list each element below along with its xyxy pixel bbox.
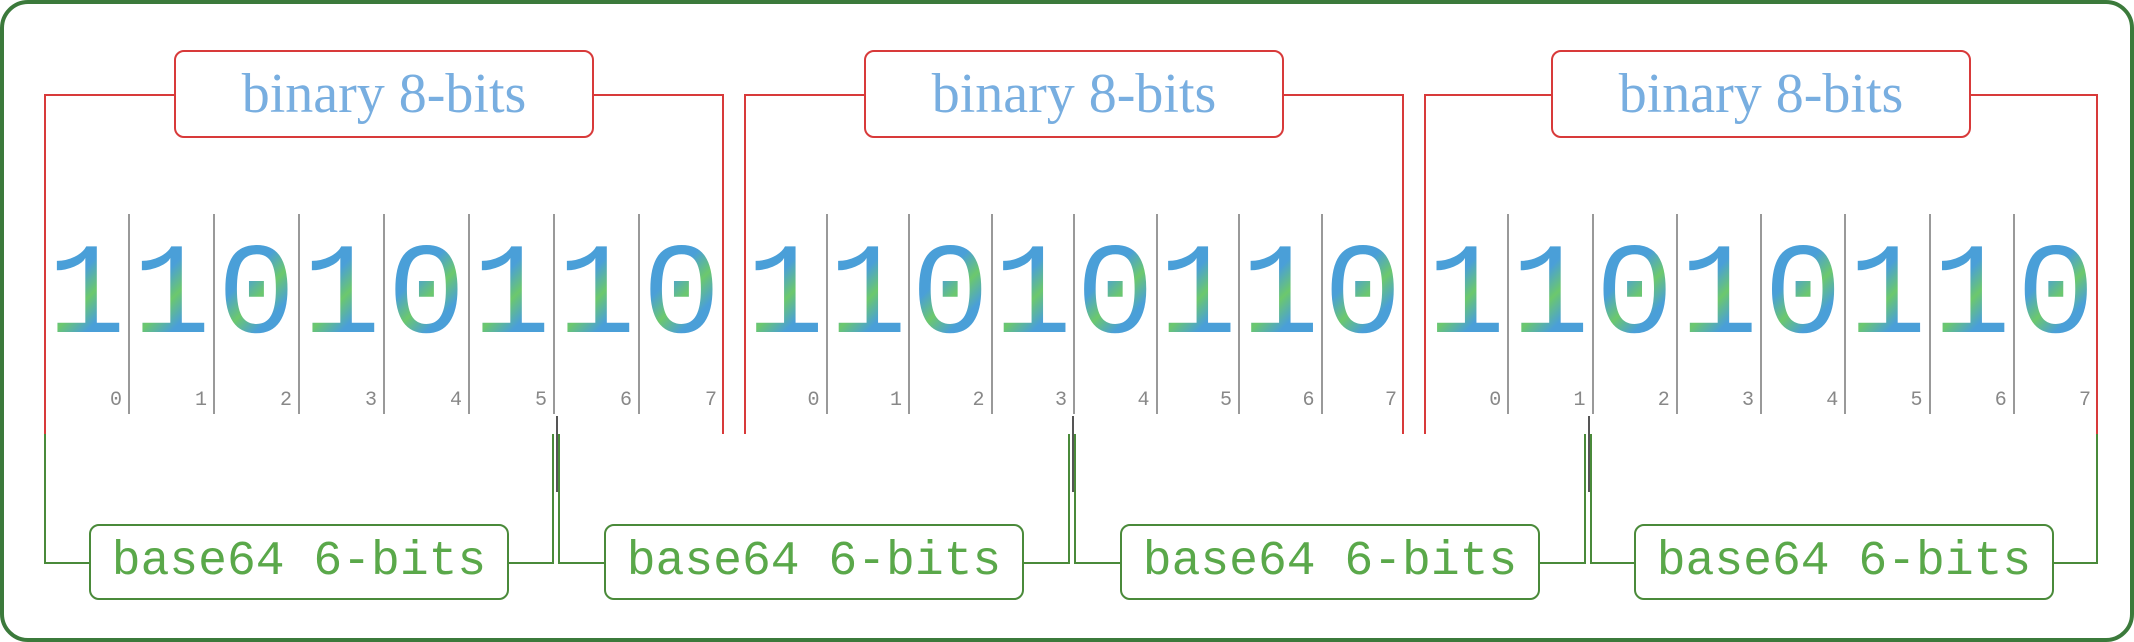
six-bit-divider: [1588, 416, 1590, 492]
binary-label: binary 8-bits: [174, 50, 594, 138]
binary-label: binary 8-bits: [1551, 50, 1971, 138]
base64-label: base64 6-bits: [604, 524, 1024, 600]
binary-label: binary 8-bits: [864, 50, 1284, 138]
diagram-frame: binary 8-bits1011021304151607binary 8-bi…: [0, 0, 2134, 642]
byte-bracket: [744, 94, 1404, 434]
base64-label: base64 6-bits: [1634, 524, 2054, 600]
base64-label: base64 6-bits: [1120, 524, 1540, 600]
base64-label: base64 6-bits: [89, 524, 509, 600]
byte-bracket: [1424, 94, 2098, 434]
six-bit-divider: [556, 416, 558, 492]
byte-bracket: [44, 94, 724, 434]
six-bit-divider: [1072, 416, 1074, 492]
